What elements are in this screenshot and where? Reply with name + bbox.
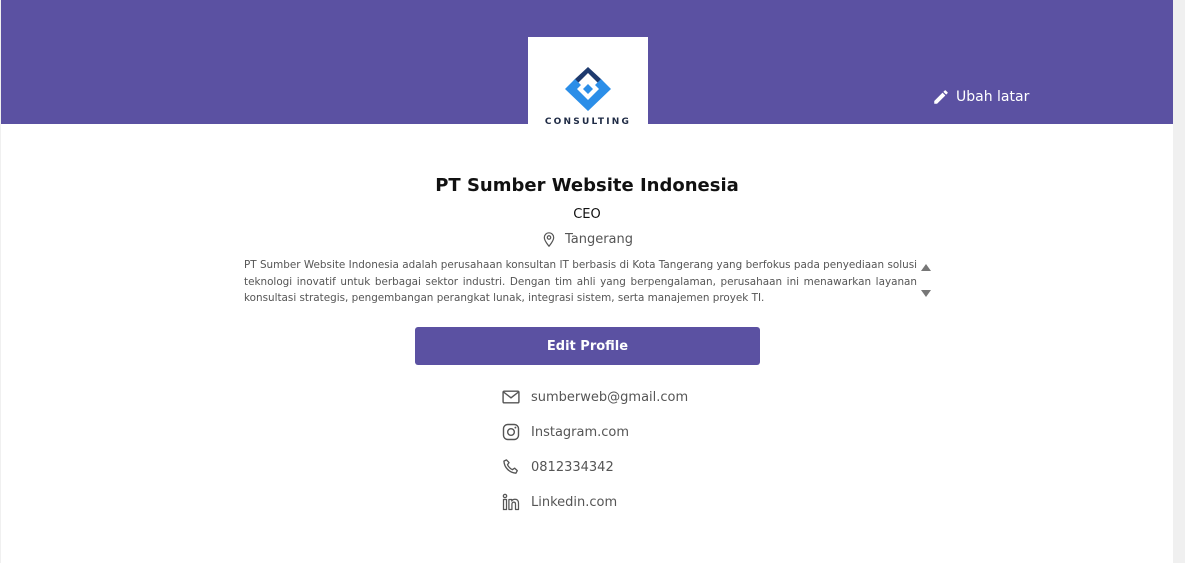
scroll-up-arrow-icon[interactable] [921,264,931,271]
location-pin-icon [543,232,555,248]
edit-background-button[interactable]: Ubah latar [932,86,1029,108]
scroll-down-arrow-icon[interactable] [921,290,931,297]
contact-instagram[interactable]: Instagram.com [501,421,629,443]
instagram-icon [502,423,520,441]
contact-email[interactable]: sumberweb@gmail.com [501,386,688,408]
logo-text: CONSULTING [544,117,632,127]
contact-email-label: sumberweb@gmail.com [531,389,689,405]
contact-linkedin[interactable]: Linkedin.com [501,491,617,513]
profile-card: Ubah latar CONSULTING PT Sumber Website … [1,0,1173,563]
edit-background-label: Ubah latar [956,89,1030,105]
location: Tangerang [1,231,1173,248]
mail-icon [502,390,520,404]
company-logo: CONSULTING [528,37,648,155]
company-description: PT Sumber Website Indonesia adalah perus… [244,259,917,304]
pencil-icon [934,90,948,104]
contact-linkedin-label: Linkedin.com [531,494,618,510]
consulting-logo-mark [565,67,611,111]
contact-phone-label: 0812334342 [531,459,614,475]
contact-phone[interactable]: 0812334342 [501,456,614,478]
contact-instagram-label: Instagram.com [531,424,630,440]
company-role: CEO [573,207,601,222]
phone-icon [503,459,518,474]
edit-profile-button[interactable]: Edit Profile [415,327,760,365]
location-label: Tangerang [564,232,634,247]
company-name: PT Sumber Website Indonesia [435,175,739,196]
description-box[interactable]: PT Sumber Website Indonesia adalah perus… [244,257,934,307]
linkedin-icon [502,493,520,511]
description-scrollbar[interactable] [920,262,932,302]
